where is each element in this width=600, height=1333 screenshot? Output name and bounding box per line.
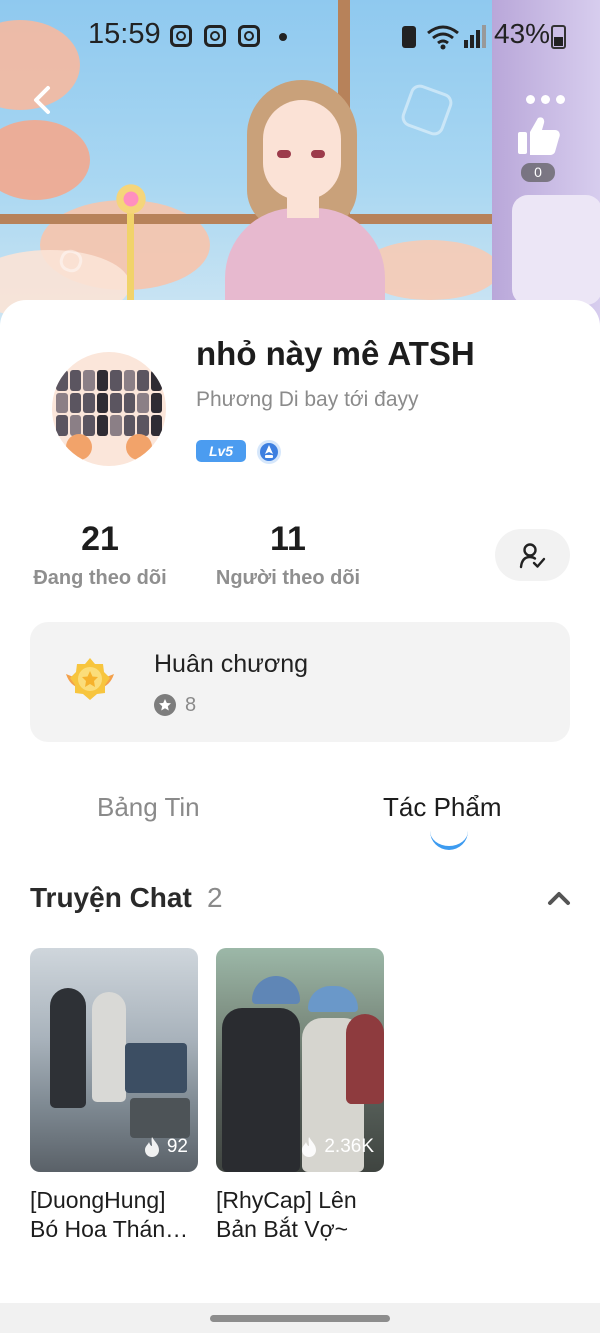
star-badge-icon — [154, 694, 176, 716]
active-tab-indicator — [430, 830, 468, 850]
followers-stat[interactable]: 11 Người theo dõi — [214, 520, 362, 590]
more-options-button[interactable] — [526, 90, 570, 108]
like-count: 0 — [521, 163, 555, 182]
story-thumbnail: 2.36K — [216, 948, 384, 1172]
story-card[interactable]: 92 [DuongHung] Bó Hoa Thán… — [30, 948, 198, 1244]
like-button[interactable] — [514, 112, 564, 162]
status-bar: 15:59 43% — [0, 0, 600, 72]
avatar[interactable] — [52, 352, 166, 466]
instagram-icon — [204, 25, 226, 47]
flame-icon — [144, 1137, 159, 1157]
story-title: [DuongHung] Bó Hoa Thán… — [30, 1187, 189, 1242]
view-count: 2.36K — [300, 1136, 374, 1158]
user-check-icon — [519, 543, 546, 569]
followers-label: Người theo dõi — [215, 567, 361, 589]
dot-icon — [526, 94, 535, 104]
profile-name: nhỏ này mê ATSH — [196, 335, 475, 372]
system-navigation-bar — [0, 1303, 600, 1333]
medal-count: 8 — [185, 694, 197, 716]
chevron-left-icon — [34, 86, 50, 114]
view-count: 92 — [143, 1136, 188, 1158]
medal-title: Huân chương — [154, 650, 309, 678]
signal-icon — [464, 25, 486, 48]
following-label: Đang theo dõi — [33, 567, 167, 589]
magic-wand-illustration — [100, 170, 160, 310]
character-illustration — [225, 78, 390, 318]
profile-sheet: nhỏ này mê ATSH Phương Di bay tới đayy L… — [0, 300, 600, 1333]
instagram-icon — [170, 25, 192, 47]
home-gesture-handle[interactable] — [210, 1315, 390, 1322]
medal-icon — [66, 658, 114, 700]
notification-dot-icon — [279, 33, 287, 41]
level-badge: Lv5 — [196, 440, 246, 462]
following-stat[interactable]: 21 Đang theo dõi — [30, 520, 170, 590]
banner-cloud — [0, 120, 90, 200]
wifi-icon — [427, 25, 459, 50]
verified-badge-icon — [257, 440, 281, 464]
view-count-value: 92 — [166, 1136, 188, 1157]
story-title: [RhyCap] Lên Bản Bắt Vợ~ — [216, 1187, 357, 1242]
profile-bio: Phương Di bay tới đayy — [196, 388, 419, 411]
dot-icon — [541, 94, 550, 104]
status-time: 15:59 — [88, 18, 161, 50]
back-button[interactable] — [28, 82, 58, 118]
battery-percent: 43% — [494, 18, 551, 49]
dot-icon — [556, 94, 565, 104]
chevron-up-icon[interactable] — [547, 890, 571, 906]
instagram-icon — [238, 25, 260, 47]
view-count-value: 2.36K — [324, 1136, 374, 1157]
follow-status-button[interactable] — [495, 529, 570, 581]
following-count: 21 — [81, 520, 119, 558]
section-title: Truyện Chat — [30, 882, 192, 913]
battery-icon — [551, 25, 566, 49]
followers-count: 11 — [270, 520, 306, 558]
flame-icon — [302, 1137, 317, 1157]
medal-card[interactable]: Huân chương 8 — [30, 622, 570, 742]
tab-news-feed[interactable]: Bảng Tin — [97, 792, 200, 823]
battery-saver-icon — [402, 26, 416, 48]
story-thumbnail: 92 — [30, 948, 198, 1172]
tab-works[interactable]: Tác Phẩm — [383, 792, 502, 823]
story-card[interactable]: 2.36K [RhyCap] Lên Bản Bắt Vợ~ — [216, 948, 384, 1244]
banner-decoration — [398, 81, 456, 139]
thumbs-up-icon — [518, 117, 560, 155]
section-count: 2 — [207, 882, 223, 913]
